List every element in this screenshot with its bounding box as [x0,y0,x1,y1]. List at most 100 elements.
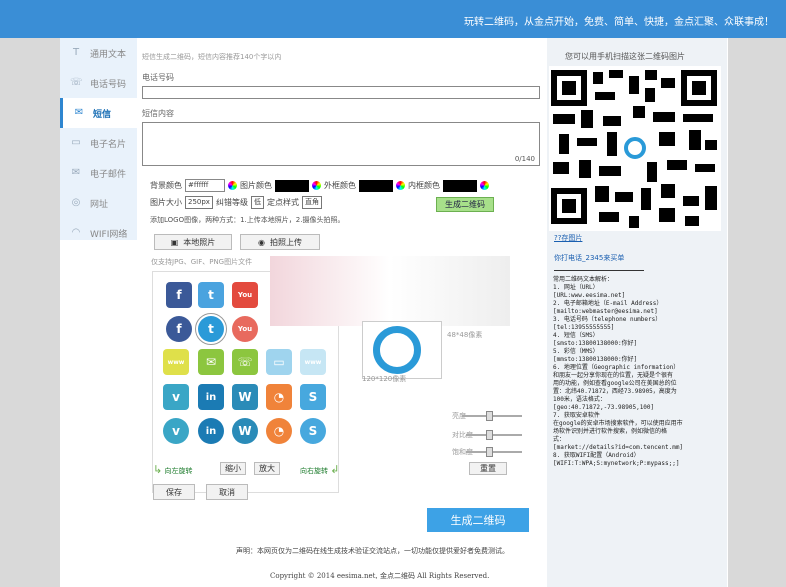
color-row: 背景颜色 #ffffff 图片颜色 外框颜色 内框颜色 [150,179,489,192]
vimeo-icon[interactable]: v [163,384,189,410]
rss-round-icon[interactable]: ◔ [266,418,292,444]
skype-icon[interactable]: S [300,384,326,410]
color-wheel-icon[interactable] [396,181,405,190]
youtube-icon[interactable]: You [232,282,258,308]
generate-qr-button[interactable]: 生成二维码 [427,508,529,532]
rotate-right-icon: ↲ [330,463,340,476]
outer-color-swatch[interactable] [359,179,393,192]
sidebar: T 通用文本 ☏ 电话号码 ✉ 短信 ▭ 电子名片 ✉ 电子邮件 ◎ 网址 ◠ WIFI网络 [60,38,137,240]
bg-color-input[interactable]: #ffffff [185,179,225,192]
zoom-out-button[interactable]: 缩小 [220,462,246,475]
contrast-slider[interactable] [466,434,522,436]
skype-round-icon[interactable]: S [300,418,326,444]
brightness-handle[interactable] [486,411,493,421]
facebook-round-icon[interactable]: f [166,316,192,342]
reset-button[interactable]: 重置 [469,462,507,475]
rotate-left-button[interactable]: ↳ 向左旋转 [153,463,192,476]
mail-app-icon[interactable]: ✉ [198,349,224,375]
linkedin-icon[interactable]: in [198,384,224,410]
rotate-right-label: 向右旋转 [300,467,328,475]
contrast-handle[interactable] [486,430,493,440]
img-color-swatch[interactable] [275,179,309,192]
rotate-right-button[interactable]: 向右旋转 ↲ [300,463,339,476]
rss-icon[interactable]: ◔ [266,384,292,410]
generate-small-button[interactable]: 生成二维码 [436,197,494,212]
wordpress-round-icon[interactable]: W [232,418,258,444]
saturation-handle[interactable] [486,447,493,457]
sidebar-item-label: 电子名片 [90,139,127,150]
text-icon: T [72,47,80,58]
youtube-round-icon[interactable]: You [232,316,258,342]
scan-title: 您可以用手机扫描这张二维码图片 [565,52,685,61]
wordpress-icon[interactable]: W [232,384,258,410]
www-round-icon[interactable]: www [300,349,326,375]
local-photo-button[interactable]: ▣ 本地照片 [154,234,232,250]
twitter-icon[interactable]: t [198,282,224,308]
www-icon[interactable]: www [163,349,189,375]
phone-icon: ☏ [70,77,83,88]
char-counter: 0/140 [514,155,535,163]
globe-icon: ◎ [71,197,81,208]
image-icon: ▣ [170,237,179,247]
sidebar-item-label: WIFI网络 [90,229,128,240]
qr-syntax-help: 常用二维码文本解析： 1. 网址（URL） [URL:www.eesima.ne… [553,276,684,467]
main-panel: T 通用文本 ☏ 电话号码 ✉ 短信 ▭ 电子名片 ✉ 电子邮件 ◎ 网址 ◠ WIFI网络 … [60,38,728,587]
vimeo-round-icon[interactable]: v [163,418,189,444]
size120-label: 120*120像素 [362,375,407,383]
inner-color-swatch[interactable] [443,179,477,192]
camera-upload-button[interactable]: ◉ 拍照上传 [240,234,320,250]
local-photo-label: 本地照片 [183,237,216,247]
sidebar-item-label: 短信 [93,109,112,120]
error-level-select[interactable]: 低 [250,196,264,209]
facebook-icon[interactable]: f [166,282,192,308]
size48-label: 48*48像素 [447,331,483,339]
sidebar-item-phone[interactable]: ☏ 电话号码 [60,68,137,98]
sidebar-item-label: 网址 [90,199,109,210]
qr-result-panel: 您可以用手机扫描这张二维码图片 ??存图片 你打电话_2345来买单 常用二维码… [547,38,727,587]
preview-logo-icon [373,326,421,374]
phone-input[interactable] [142,86,540,99]
locate-style-label: 定点样式 [266,198,299,207]
mail-icon: ✉ [71,167,81,178]
sidebar-item-email[interactable]: ✉ 电子邮件 [60,158,137,188]
preview-120 [362,321,442,379]
img-color-label: 图片颜色 [240,181,272,190]
saturation-slider[interactable] [466,451,522,453]
header-slogan: 玩转二维码，从金点开始，免费、简单、快捷，金点汇聚、众联事成！ [464,17,774,28]
color-wheel-icon[interactable] [312,181,321,190]
cancel-button[interactable]: 取消 [206,484,248,500]
camera-icon: ◉ [258,237,265,247]
color-wheel-icon[interactable] [228,181,237,190]
disclaimer-text: 声明：本网页仅为二维码在线生成技术验证交流站点，一切功能仅提供爱好者免费测试。 [236,547,509,555]
sms-content-textarea[interactable]: 0/140 [142,122,540,166]
card-icon: ▭ [71,137,81,148]
blurred-preview-area [270,256,510,326]
phone-label: 电话号码 [142,73,174,82]
save-button[interactable]: 保存 [153,484,195,500]
sidebar-item-card[interactable]: ▭ 电子名片 [60,128,137,158]
linkedin-round-icon[interactable]: in [198,418,224,444]
sidebar-item-sms[interactable]: ✉ 短信 [60,98,137,128]
zoom-in-button[interactable]: 放大 [254,462,280,475]
sms-icon: ✉ [74,107,84,118]
save-image-link[interactable]: ??存图片 [554,233,582,243]
sidebar-item-url[interactable]: ◎ 网址 [60,188,137,218]
sidebar-item-label: 电话号码 [90,79,127,90]
sidebar-item-label: 通用文本 [90,49,127,60]
content-label: 短信内容 [142,109,174,118]
card-app-icon[interactable]: ▭ [266,349,292,375]
option-row: 图片大小 250px 纠错等级 低 定点样式 直角 [150,196,322,209]
locate-style-select[interactable]: 直角 [301,196,322,209]
ad-link[interactable]: 你打电话_2345来买单 [554,253,624,263]
format-hint: 仅支持JPG、GIF、PNG图片文件 [151,258,253,266]
twitter-round-icon[interactable]: t [195,313,227,345]
color-wheel-icon[interactable] [480,181,489,190]
phone-app-icon[interactable]: ☏ [232,349,258,375]
sidebar-item-wifi[interactable]: ◠ WIFI网络 [60,218,137,248]
divider [554,270,644,271]
size-select[interactable]: 250px [185,196,213,209]
sidebar-item-text[interactable]: T 通用文本 [60,38,137,68]
outer-color-label: 外框颜色 [324,181,356,190]
camera-upload-label: 拍照上传 [269,237,302,247]
sidebar-item-label: 电子邮件 [90,169,127,180]
